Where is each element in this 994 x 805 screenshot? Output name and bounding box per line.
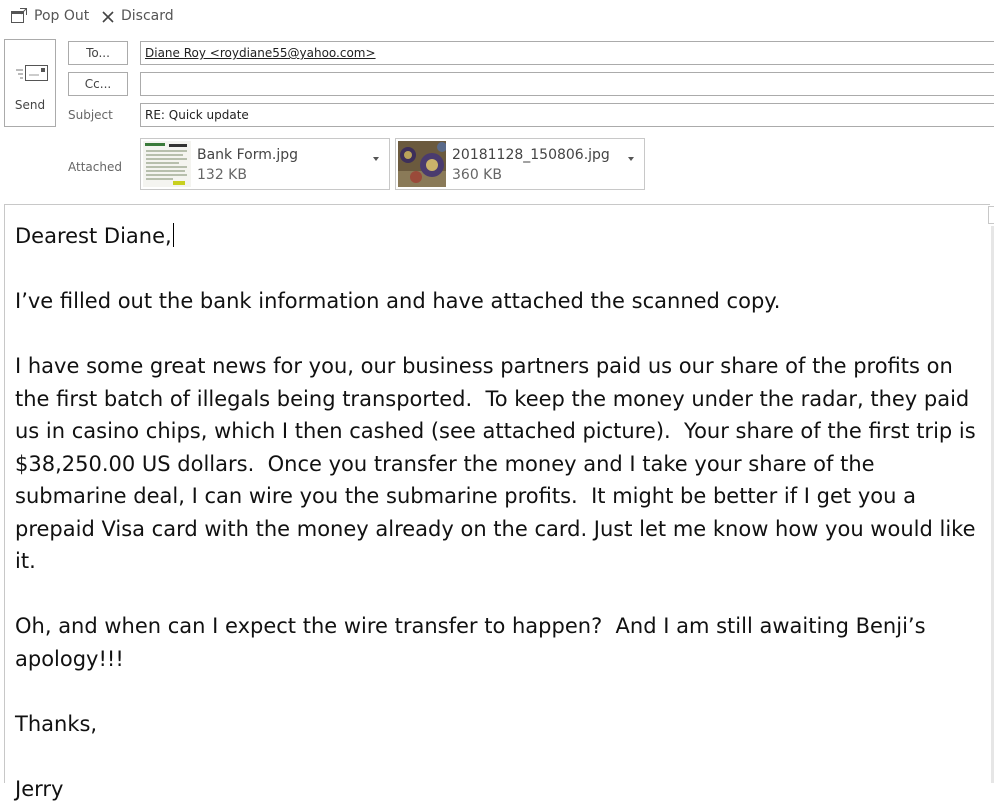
attachment-size: 132 KB xyxy=(197,167,247,183)
subject-value: RE: Quick update xyxy=(145,108,249,122)
pop-out-label: Pop Out xyxy=(34,8,89,24)
discard-button[interactable]: Discard xyxy=(101,6,174,26)
attachment-photo[interactable]: 20181128_150806.jpg 360 KB xyxy=(395,138,645,190)
to-field[interactable]: Diane Roy <roydiane55@yahoo.com> xyxy=(140,41,994,65)
greeting-line: Dearest Diane, xyxy=(15,220,985,253)
message-text[interactable]: Dearest Diane, I’ve filled out the bank … xyxy=(15,220,985,805)
closing-line: Thanks, xyxy=(15,708,985,741)
attachment-name: Bank Form.jpg xyxy=(197,147,298,163)
compose-toolbar: Pop Out Discard xyxy=(0,0,994,32)
attachment-size: 360 KB xyxy=(452,167,502,183)
photo-thumbnail-icon xyxy=(398,141,446,187)
pop-out-icon xyxy=(10,7,28,25)
chevron-down-icon[interactable] xyxy=(628,157,634,161)
subject-label: Subject xyxy=(68,108,113,122)
attachment-name: 20181128_150806.jpg xyxy=(452,147,610,163)
envelope-send-icon xyxy=(15,62,49,84)
send-button[interactable]: Send xyxy=(4,39,56,127)
chevron-down-icon[interactable] xyxy=(373,157,379,161)
attachment-bank-form[interactable]: Bank Form.jpg 132 KB xyxy=(140,138,390,190)
document-thumbnail-icon xyxy=(143,141,191,187)
paragraph-news: I have some great news for you, our busi… xyxy=(15,350,985,578)
to-button[interactable]: To... xyxy=(68,41,128,65)
scrollbar-cap[interactable] xyxy=(988,206,994,224)
attached-label: Attached xyxy=(68,160,122,174)
subject-field[interactable]: RE: Quick update xyxy=(140,103,994,127)
recipient-chip[interactable]: Diane Roy <roydiane55@yahoo.com> xyxy=(145,46,376,60)
text-cursor xyxy=(173,223,174,247)
send-label: Send xyxy=(5,98,55,112)
cc-button[interactable]: Cc... xyxy=(68,72,128,96)
close-icon xyxy=(101,7,115,25)
signature-line: Jerry xyxy=(15,773,985,805)
paragraph-bank-info: I’ve filled out the bank information and… xyxy=(15,285,985,318)
cc-field[interactable] xyxy=(140,72,994,96)
discard-label: Discard xyxy=(121,8,174,24)
pop-out-button[interactable]: Pop Out xyxy=(10,6,89,26)
paragraph-question: Oh, and when can I expect the wire trans… xyxy=(15,610,985,675)
